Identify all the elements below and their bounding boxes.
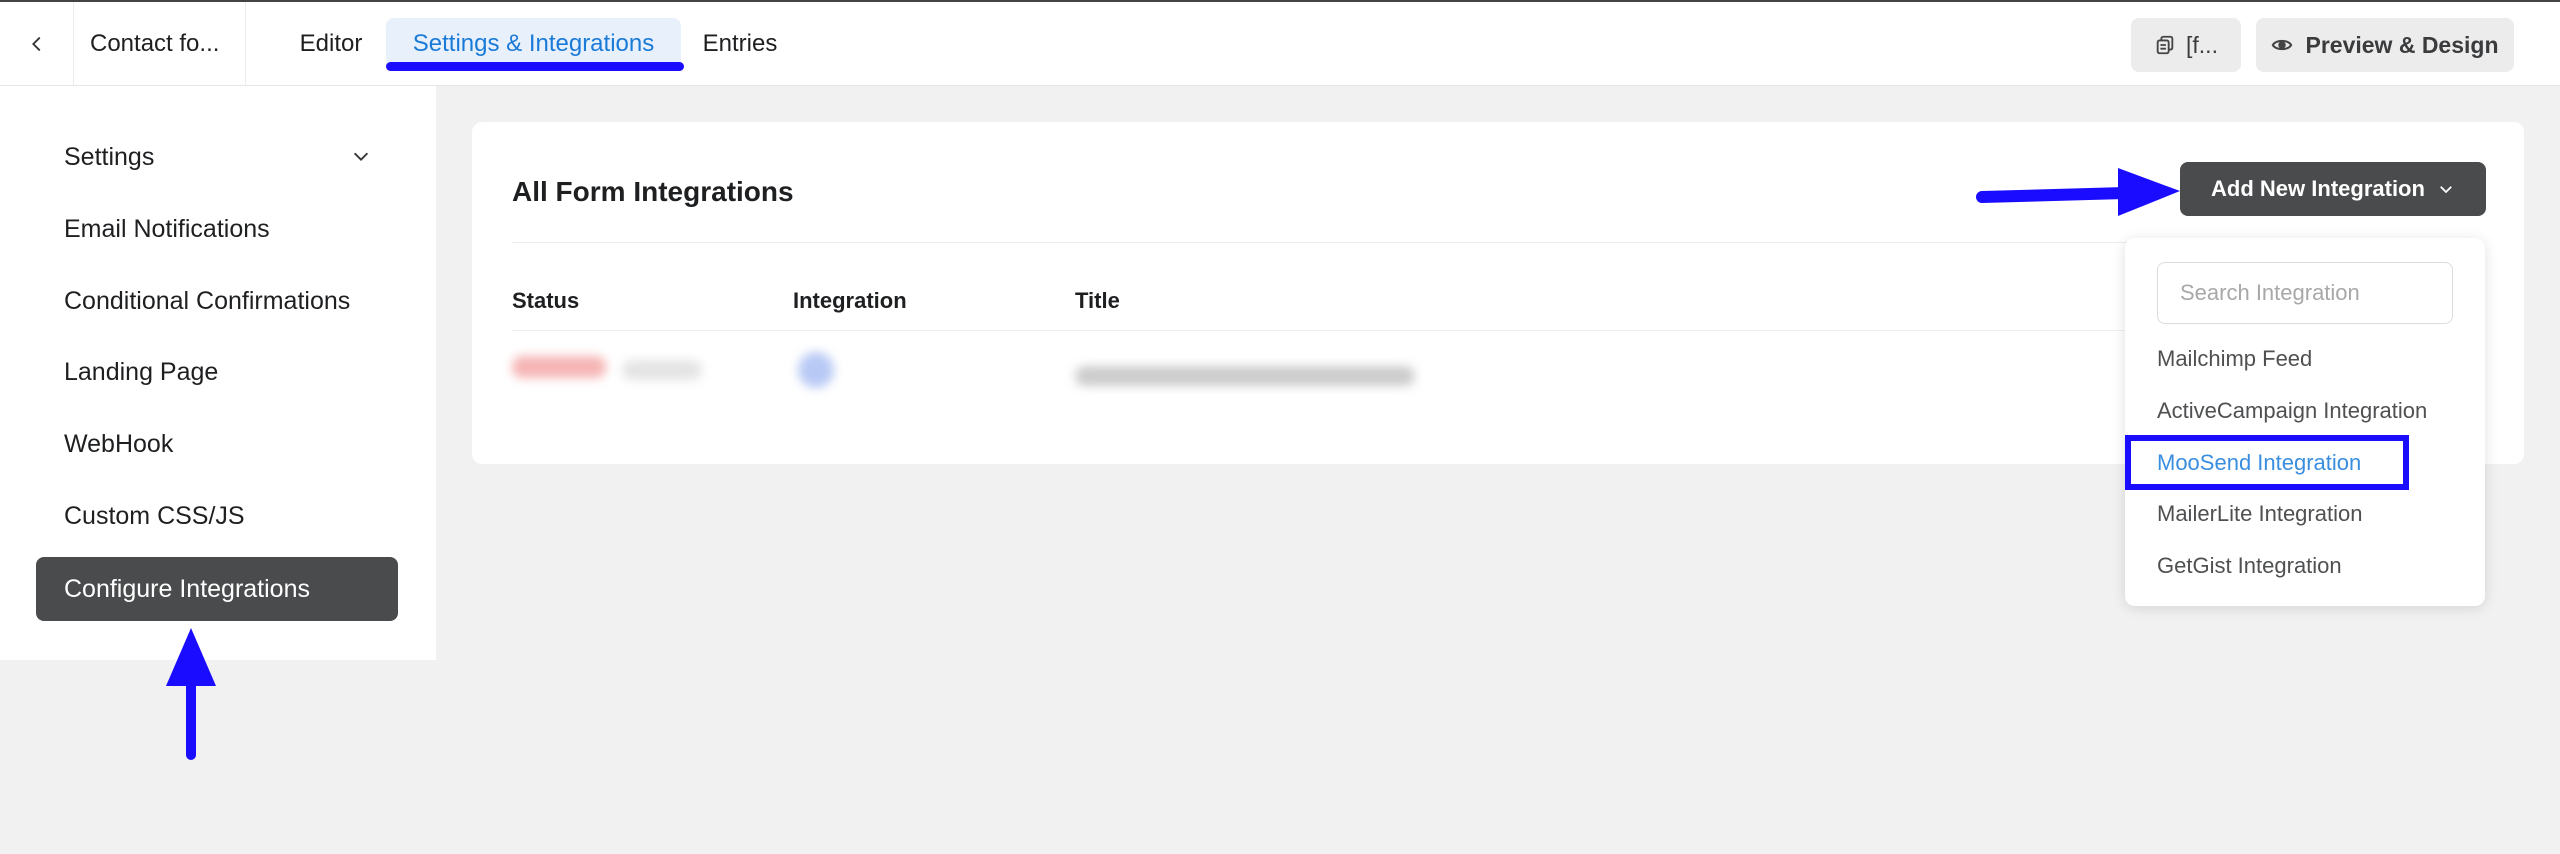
- blurred-integration-icon: [798, 352, 834, 388]
- back-button[interactable]: [0, 2, 74, 86]
- sidebar-item-label: WebHook: [64, 429, 174, 458]
- form-title[interactable]: Contact fo...: [74, 2, 246, 86]
- sidebar-item-label: Configure Integrations: [64, 574, 310, 603]
- sidebar-item-email-notifications[interactable]: Email Notifications: [36, 197, 398, 261]
- tab-editor[interactable]: Editor: [280, 18, 382, 70]
- annotation-underline: [386, 62, 684, 71]
- top-bar: Contact fo... Editor Settings & Integrat…: [0, 2, 2560, 86]
- add-new-integration-button[interactable]: Add New Integration: [2180, 162, 2486, 216]
- sidebar-item-label: Conditional Confirmations: [64, 286, 351, 315]
- sidebar-item-label: Settings: [64, 142, 155, 171]
- settings-sidebar: Settings Email Notifications Conditional…: [0, 86, 436, 660]
- search-integration-input[interactable]: [2157, 262, 2453, 324]
- sidebar-item-label: Custom CSS/JS: [64, 501, 245, 530]
- column-header-status: Status: [512, 288, 580, 313]
- dropdown-item-mailchimp[interactable]: Mailchimp Feed: [2157, 346, 2312, 372]
- integration-dropdown: Mailchimp Feed ActiveCampaign Integratio…: [2125, 238, 2485, 606]
- blurred-toggle: [622, 360, 702, 380]
- sidebar-item-landing-page[interactable]: Landing Page: [36, 340, 398, 404]
- sidebar-item-configure-integrations[interactable]: Configure Integrations: [36, 557, 398, 621]
- sidebar-item-custom-css-js[interactable]: Custom CSS/JS: [36, 484, 398, 548]
- blurred-title-text: [1075, 366, 1415, 386]
- dropdown-item-getgist[interactable]: GetGist Integration: [2157, 553, 2342, 579]
- sidebar-item-webhook[interactable]: WebHook: [36, 412, 398, 476]
- chevron-down-icon: [353, 152, 369, 161]
- sidebar-item-label: Email Notifications: [64, 214, 270, 243]
- blurred-status-badge: [512, 356, 606, 378]
- column-header-title: Title: [1075, 288, 1120, 313]
- dropdown-item-activecampaign[interactable]: ActiveCampaign Integration: [2157, 398, 2427, 424]
- chevron-left-icon: [31, 36, 40, 52]
- sidebar-item-conditional-confirmations[interactable]: Conditional Confirmations: [36, 269, 398, 333]
- column-header-integration: Integration: [793, 288, 907, 313]
- annotation-highlight-box: [2125, 435, 2409, 490]
- shortcode-button[interactable]: [f...: [2131, 18, 2241, 72]
- eye-icon: [2272, 39, 2293, 51]
- chevron-down-icon: [2440, 186, 2452, 194]
- add-new-integration-label: Add New Integration: [2211, 176, 2425, 201]
- preview-design-label: Preview & Design: [2305, 31, 2499, 58]
- shortcode-label: [f...: [2186, 31, 2218, 58]
- page-title: All Form Integrations: [512, 176, 794, 207]
- preview-design-button[interactable]: Preview & Design: [2256, 18, 2514, 72]
- copy-icon: [2156, 35, 2174, 55]
- sidebar-item-label: Landing Page: [64, 357, 219, 386]
- dropdown-item-mailerlite[interactable]: MailerLite Integration: [2157, 501, 2362, 527]
- tab-entries[interactable]: Entries: [688, 18, 792, 70]
- sidebar-item-settings[interactable]: Settings: [36, 125, 398, 189]
